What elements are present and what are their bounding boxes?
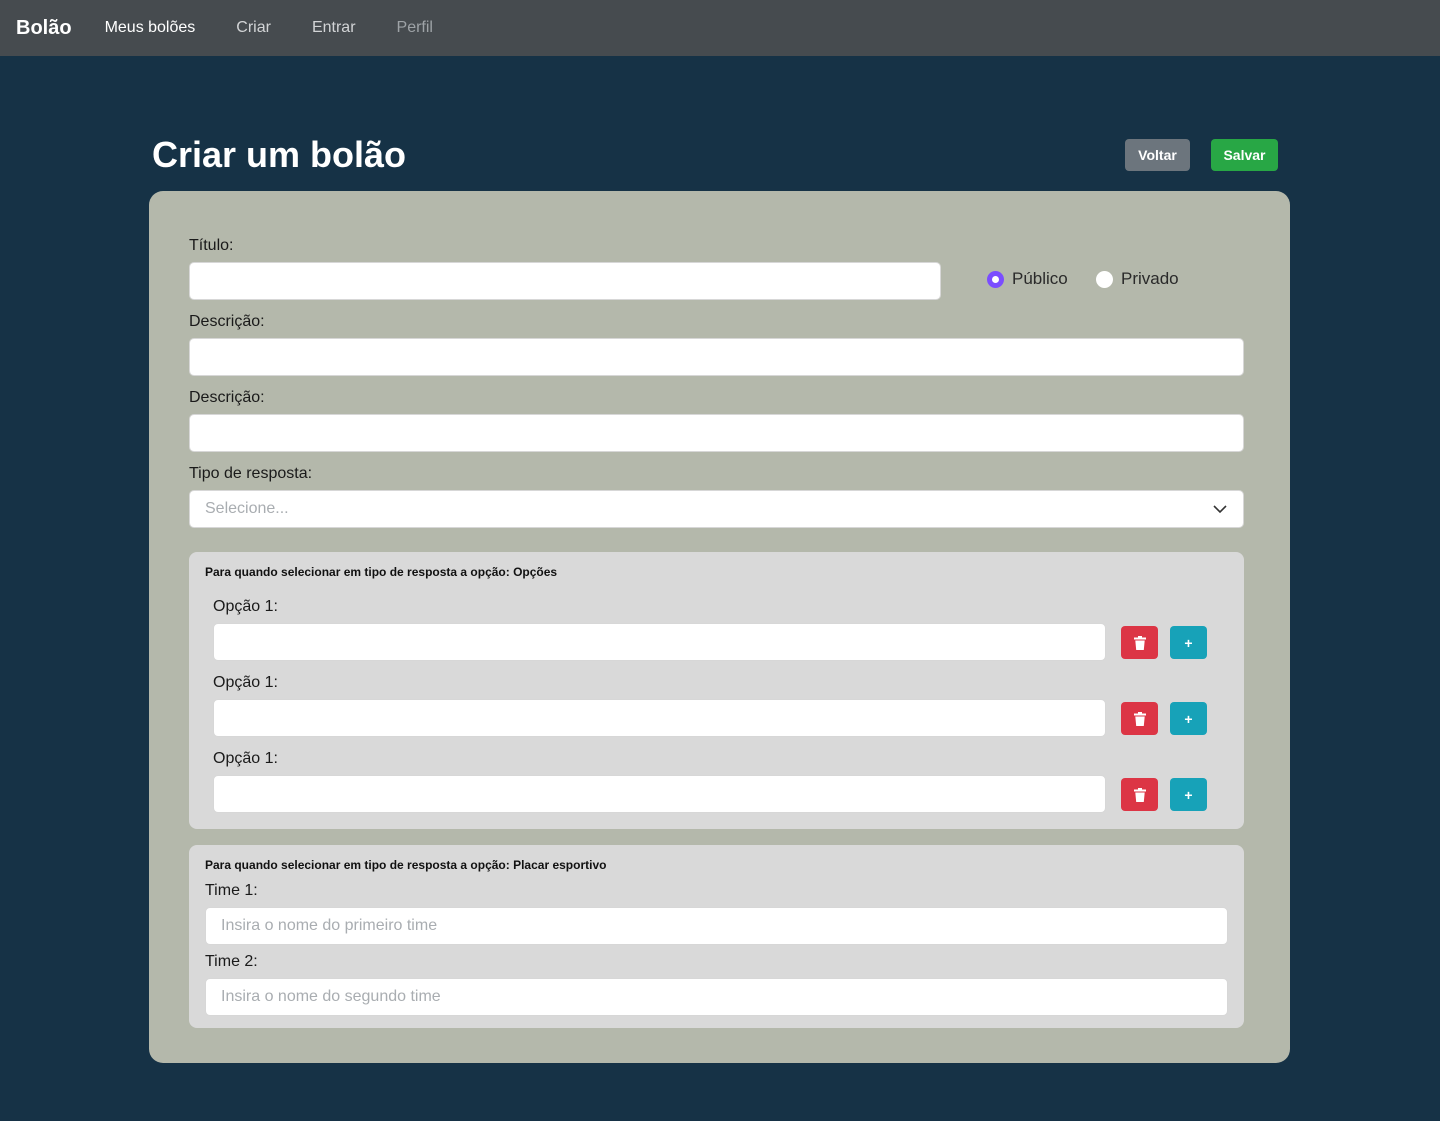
nav-link-perfil[interactable]: Perfil [397,19,433,37]
delete-option-3-button[interactable] [1121,778,1158,811]
trash-icon [1133,711,1146,726]
options-panel: Para quando selecionar em tipo de respos… [189,552,1244,829]
visibility-public-radio[interactable]: Público [987,269,1068,289]
response-type-label: Tipo de resposta: [189,465,313,482]
title-label: Título: [189,237,234,254]
description-input[interactable] [189,338,1244,376]
page-title: Criar um bolão [152,134,407,175]
public-radio-label: Público [1012,269,1068,288]
radio-unchecked-icon[interactable] [1096,270,1113,288]
add-option-1-button[interactable]: + [1170,626,1207,659]
chevron-down-icon [1213,505,1227,514]
delete-option-2-button[interactable] [1121,702,1158,735]
response-type-placeholder: Selecione... [205,500,289,517]
save-button[interactable]: Salvar [1211,139,1278,171]
options-panel-note: Para quando selecionar em tipo de respos… [205,565,558,579]
nav-link-criar[interactable]: Criar [236,19,271,37]
option-1-label: Opção 1: [213,598,278,615]
private-radio-label: Privado [1121,269,1179,288]
add-option-2-button[interactable]: + [1170,702,1207,735]
add-option-3-button[interactable]: + [1170,778,1207,811]
score-panel-note: Para quando selecionar em tipo de respos… [205,858,607,872]
option-3-label: Opção 1: [213,750,278,767]
description-label: Descrição: [189,313,265,330]
delete-option-1-button[interactable] [1121,626,1158,659]
top-navbar: Bolão Meus bolões Criar Entrar Perfil [0,0,1440,56]
option-1-input[interactable] [213,623,1106,661]
nav-link-meus-boloes[interactable]: Meus bolões [105,19,196,37]
option-3-input[interactable] [213,775,1106,813]
team-2-input[interactable] [205,978,1228,1016]
visibility-private-radio[interactable]: Privado [1096,269,1179,289]
brand-logo[interactable]: Bolão [16,17,72,40]
team-1-label: Time 1: [205,882,258,899]
score-panel: Para quando selecionar em tipo de respos… [189,845,1244,1028]
trash-icon [1133,787,1146,802]
description-2-input[interactable] [189,414,1244,452]
back-button[interactable]: Voltar [1125,139,1190,171]
option-2-label: Opção 1: [213,674,278,691]
radio-checked-icon[interactable] [987,270,1004,288]
trash-icon [1133,635,1146,650]
nav-link-entrar[interactable]: Entrar [312,19,356,37]
team-2-label: Time 2: [205,953,258,970]
response-type-select[interactable]: Selecione... [189,490,1244,528]
description-2-label: Descrição: [189,389,265,406]
title-input[interactable] [189,262,941,300]
create-pool-form-card: Título: Público Privado Descrição: Descr… [149,191,1290,1063]
team-1-input[interactable] [205,907,1228,945]
option-2-input[interactable] [213,699,1106,737]
